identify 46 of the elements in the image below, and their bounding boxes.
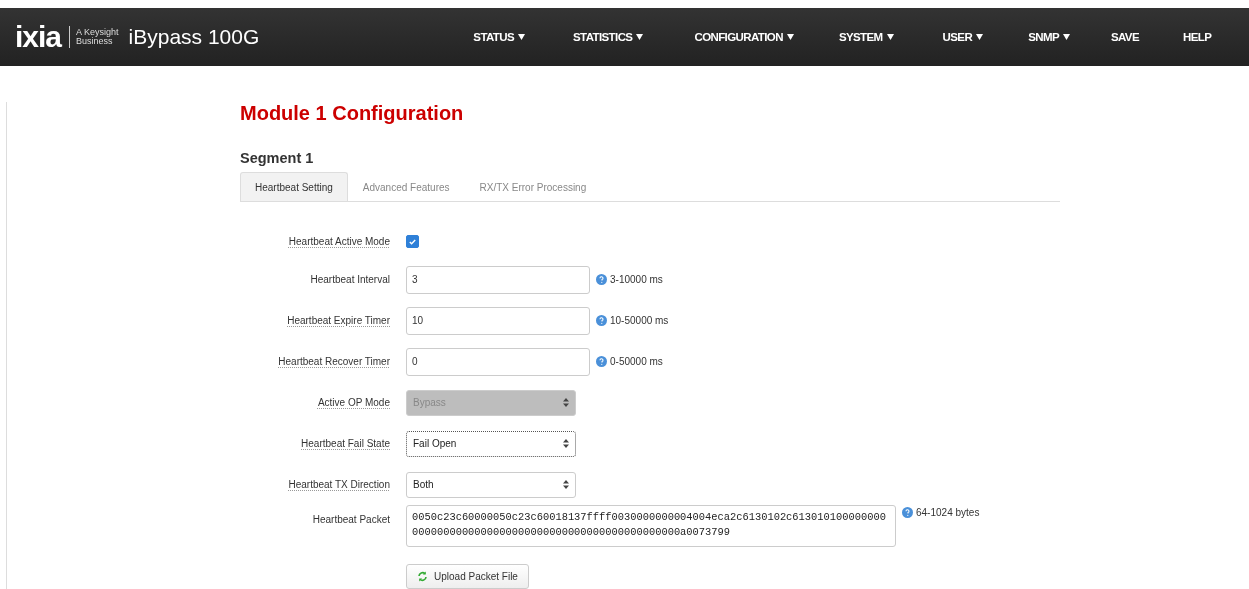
help-icon	[596, 274, 607, 285]
field-label: Heartbeat Recover Timer	[277, 356, 390, 367]
nav-menu-item[interactable]: HELP	[1183, 31, 1212, 43]
logo-text: ixia	[15, 22, 62, 52]
tab[interactable]: Heartbeat Setting	[240, 172, 348, 201]
select-arrows-icon	[563, 480, 569, 489]
select-arrows-icon	[563, 398, 569, 407]
nav-menu-item[interactable]: SAVE	[1110, 31, 1140, 43]
segment-heading: Segment 1	[240, 150, 315, 166]
nav-menu-item[interactable]: CONFIGURATION	[694, 31, 794, 43]
input-field[interactable]: 10	[406, 306, 590, 335]
nav-menu-item[interactable]: USER	[942, 31, 984, 43]
tab[interactable]: Advanced Features	[347, 172, 465, 201]
help-icon	[596, 315, 607, 326]
hint-text: 10-50000 ms	[596, 315, 669, 326]
tagline-text: Business	[76, 37, 113, 46]
tagline-text: A Keysight	[76, 28, 119, 37]
help-icon	[596, 356, 607, 367]
checkbox[interactable]	[406, 235, 419, 248]
select-field[interactable]: Fail Open	[406, 430, 576, 457]
hint-text: 0-50000 ms	[596, 356, 663, 367]
field-label: Active OP Mode	[316, 397, 390, 408]
nav-menu-item[interactable]: SNMP	[1028, 31, 1070, 43]
field-label: Heartbeat TX Direction	[287, 479, 390, 490]
input-field[interactable]: 3	[406, 265, 590, 294]
upload-button[interactable]: Upload Packet File	[406, 564, 529, 589]
page-title: Module 1 Configuration	[240, 102, 465, 125]
field-label: Heartbeat Interval	[309, 274, 390, 285]
packet-field[interactable]: 0050c23c60000050c23c60018137ffff0030000000004004eca2c6130102c6130101000000000000000000000000000000000000000000000000000a0073799	[406, 505, 896, 547]
field-label: Heartbeat Fail State	[300, 438, 390, 449]
select-arrows-icon	[563, 439, 569, 448]
hint-text: 3-10000 ms	[596, 274, 663, 285]
nav-menu-item[interactable]: STATUS	[473, 31, 526, 43]
input-field[interactable]: 0	[406, 347, 590, 376]
help-icon	[902, 507, 913, 518]
field-label: Heartbeat Active Mode	[287, 236, 390, 247]
product-name: iBypass 100G	[128, 25, 260, 49]
refresh-icon	[417, 571, 428, 582]
field-label: Heartbeat Expire Timer	[286, 315, 390, 326]
field-label: Heartbeat Packet	[311, 514, 390, 525]
hint-text: 64-1024 bytes	[902, 507, 980, 518]
checkmark-icon	[409, 238, 416, 245]
select-field[interactable]: Both	[406, 471, 576, 498]
nav-menu-item[interactable]: SYSTEM	[838, 31, 894, 43]
tab[interactable]: RX/TX Error Processing	[464, 172, 602, 201]
nav-menu-item[interactable]: STATISTICS	[573, 31, 644, 43]
